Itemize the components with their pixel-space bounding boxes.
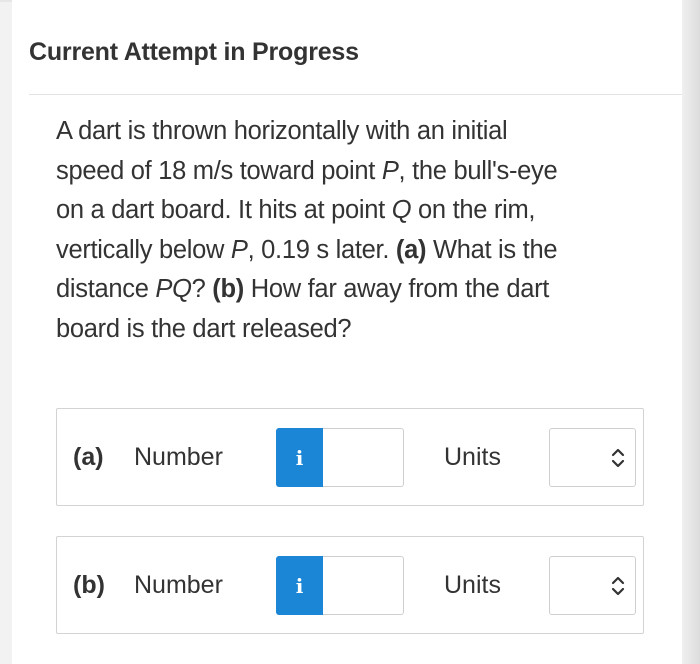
chevron-up-down-icon: [611, 576, 625, 596]
question-line: board is the dart released?: [56, 314, 352, 343]
units-select-a[interactable]: [549, 428, 636, 487]
answer-row-a: (a) Number i Units: [56, 408, 644, 506]
chevron-up-down-icon: [611, 448, 625, 468]
answer-row-b: (b) Number i Units: [56, 536, 644, 634]
number-label: Number: [134, 443, 223, 471]
part-label: (b): [73, 571, 105, 599]
info-icon[interactable]: i: [276, 428, 323, 487]
question-line: vertically below P, 0.19 s later. (a) Wh…: [56, 235, 558, 264]
part-label: (a): [73, 443, 104, 471]
question-line: A dart is thrown horizontally with an in…: [56, 117, 508, 145]
question-line: speed of 18 m/s toward point P, the bull…: [56, 156, 558, 185]
scroll-edge: [682, 0, 700, 664]
question-page: Current Attempt in Progress A dart is th…: [12, 0, 682, 664]
units-label: Units: [444, 571, 501, 599]
number-label: Number: [134, 571, 223, 599]
question-text: A dart is thrown horizontally with an in…: [56, 112, 646, 349]
number-input-b[interactable]: [323, 556, 404, 615]
page-title: Current Attempt in Progress: [29, 38, 359, 66]
question-line: distance PQ? (b) How far away from the d…: [56, 275, 550, 303]
units-label: Units: [444, 443, 501, 471]
question-line: on a dart board. It hits at point Q on t…: [56, 196, 536, 224]
units-select-b[interactable]: [549, 556, 636, 615]
divider: [29, 94, 682, 95]
info-icon[interactable]: i: [276, 556, 323, 615]
number-input-a[interactable]: [323, 428, 404, 487]
